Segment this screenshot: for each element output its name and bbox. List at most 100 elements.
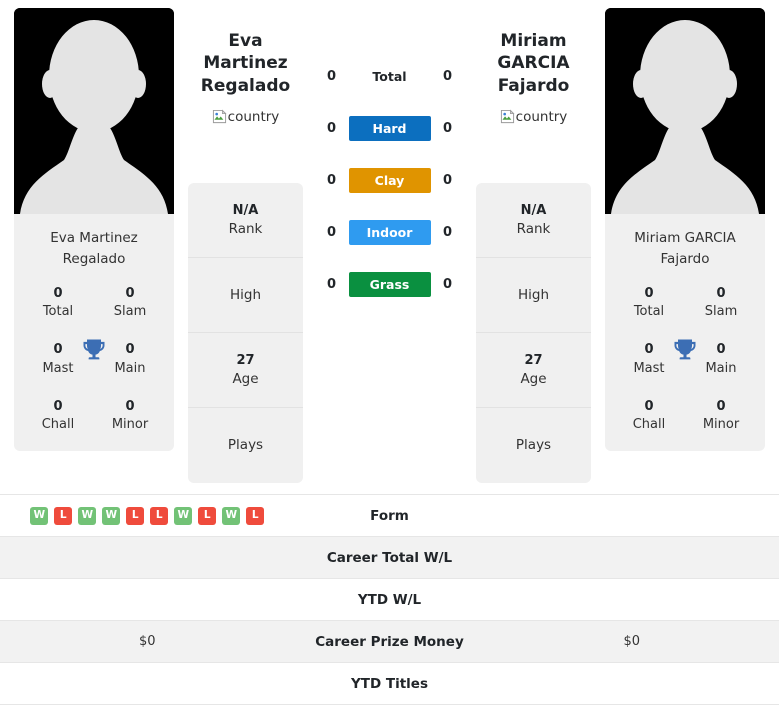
right-minor-titles-label: Minor (702, 417, 740, 433)
left-rank-value: N/A (232, 202, 259, 218)
career-prize-money-right-value: $0 (623, 634, 641, 649)
broken-image-glyph (212, 109, 227, 124)
left-minor-titles-value: 0 (125, 398, 135, 414)
right-total-titles-value: 0 (644, 285, 654, 301)
right-age-label: Age (520, 371, 547, 388)
right-masters-titles-label: Mast (633, 360, 665, 376)
right-titles-grid: 0 Total 0 Slam 0 Mast 0 Main 0 Chall 0 M… (605, 280, 765, 451)
surface-total-right-score: 0 (442, 69, 453, 84)
left-minor-titles: 0 Minor (102, 397, 158, 435)
right-high-row: High (476, 258, 591, 334)
left-main-titles-value: 0 (125, 342, 135, 358)
left-total-titles-label: Total (42, 304, 74, 320)
right-minor-titles: 0 Minor (693, 397, 749, 435)
ytd-wl-label: YTD W/L (357, 591, 422, 608)
right-masters-titles: 0 Mast (621, 340, 677, 378)
comparison-stat-rows: WLWWLLWLWL Form Career Total W/L YTD W/L… (0, 494, 779, 705)
right-player-card-name: Miriam GARCIA Fajardo (605, 214, 765, 280)
form-badge-loss: L (246, 506, 265, 525)
left-rank-row: N/A Rank (188, 183, 303, 259)
right-card-name-line2: Fajardo (660, 250, 710, 267)
surface-grass-right-score: 0 (442, 277, 453, 292)
left-player-name-line1: Eva Martinez (203, 31, 288, 74)
surface-row-indoor: 0 Indoor 0 (303, 220, 476, 245)
right-rank-value: N/A (520, 202, 547, 218)
form-badge-win: W (30, 506, 49, 525)
left-masters-titles-value: 0 (53, 342, 63, 358)
form-badge-win: W (102, 506, 121, 525)
left-player-photo-card: Eva Martinez Regalado 0 Total 0 Slam 0 M… (14, 8, 174, 451)
right-main-titles-label: Main (705, 360, 737, 376)
form-badge-win: W (174, 506, 193, 525)
surface-clay-left-score: 0 (326, 173, 337, 188)
right-main-titles: 0 Main (693, 340, 749, 378)
right-minor-titles-value: 0 (716, 398, 726, 414)
right-masters-titles-value: 0 (644, 342, 654, 358)
surface-comparison-column: 0 Total 0 0 Hard 0 0 Clay 0 0 Indoor 0 0… (303, 8, 476, 297)
player-silhouette-icon (14, 8, 174, 214)
surface-total-left-score: 0 (326, 69, 337, 84)
surface-grass-left-score: 0 (326, 277, 337, 292)
surface-hard-right-score: 0 (442, 121, 453, 136)
right-rank-row: N/A Rank (476, 183, 591, 259)
ytd-titles-label: YTD Titles (351, 675, 428, 692)
right-player-info-card: N/A Rank High 27 Age Plays (476, 183, 591, 484)
surface-indoor-left-score: 0 (326, 225, 337, 240)
player-comparison-area: Eva Martinez Regalado 0 Total 0 Slam 0 M… (0, 0, 779, 494)
surface-clay-right-score: 0 (442, 173, 453, 188)
left-titles-row-3: 0 Chall 0 Minor (18, 397, 170, 435)
left-slam-titles-label: Slam (113, 304, 147, 320)
left-slam-titles: 0 Slam (102, 284, 158, 322)
left-age-label: Age (232, 371, 259, 388)
surface-row-clay: 0 Clay 0 (303, 168, 476, 193)
right-titles-row-1: 0 Total 0 Slam (609, 284, 761, 322)
form-badge-loss: L (126, 506, 145, 525)
surface-grass-label: Grass (348, 272, 431, 297)
right-player-flag-alt: country (515, 109, 568, 126)
left-plays-label: Plays (227, 437, 264, 454)
left-age-value: 27 (236, 352, 255, 368)
left-player-flag-alt: country (227, 109, 280, 126)
form-badge-win: W (222, 506, 241, 525)
right-challenger-titles-label: Chall (632, 417, 666, 433)
right-player-name-line1: Miriam GARCIA (497, 31, 570, 74)
left-plays-row: Plays (188, 408, 303, 483)
right-challenger-titles-value: 0 (644, 398, 654, 414)
left-player-name-line2: Regalado (200, 75, 291, 96)
surface-row-hard: 0 Hard 0 (303, 116, 476, 141)
form-left-badges: WLWWLLWLWL (0, 506, 295, 525)
left-age-row: 27 Age (188, 333, 303, 409)
right-player-photo (605, 8, 765, 214)
right-rank-label: Rank (516, 221, 551, 238)
right-total-titles-label: Total (633, 304, 665, 320)
form-badge-loss: L (54, 506, 73, 525)
right-player-photo-card: Miriam GARCIA Fajardo 0 Total 0 Slam 0 M… (605, 8, 765, 451)
right-age-value: 27 (524, 352, 543, 368)
left-main-titles: 0 Main (102, 340, 158, 378)
row-career-prize-money: $0 Career Prize Money $0 (0, 621, 779, 663)
surface-hard-label: Hard (348, 116, 431, 141)
left-card-name-line1: Eva Martinez (50, 230, 138, 246)
surface-total-label: Total (372, 69, 407, 84)
left-masters-titles: 0 Mast (30, 340, 86, 378)
right-slam-titles-value: 0 (716, 285, 726, 301)
career-total-wl-label: Career Total W/L (326, 549, 453, 566)
left-high-row: High (188, 258, 303, 334)
left-rank-label: Rank (228, 221, 263, 238)
left-main-titles-label: Main (114, 360, 146, 376)
broken-image-icon (500, 109, 515, 128)
right-card-name-line1: Miriam GARCIA (634, 230, 736, 246)
right-age-row: 27 Age (476, 333, 591, 409)
left-masters-titles-label: Mast (42, 360, 74, 376)
left-high-label: High (229, 286, 262, 303)
form-badge-win: W (78, 506, 97, 525)
left-challenger-titles: 0 Chall (30, 397, 86, 435)
right-plays-label: Plays (515, 437, 552, 454)
right-player-name-line2: Fajardo (497, 75, 570, 96)
form-badge-loss: L (150, 506, 169, 525)
left-player-info-column: Eva Martinez Regalado country N/A Rank H… (188, 8, 303, 484)
right-titles-row-3: 0 Chall 0 Minor (609, 397, 761, 435)
right-challenger-titles: 0 Chall (621, 397, 677, 435)
right-plays-row: Plays (476, 408, 591, 483)
surface-indoor-label: Indoor (348, 220, 431, 245)
